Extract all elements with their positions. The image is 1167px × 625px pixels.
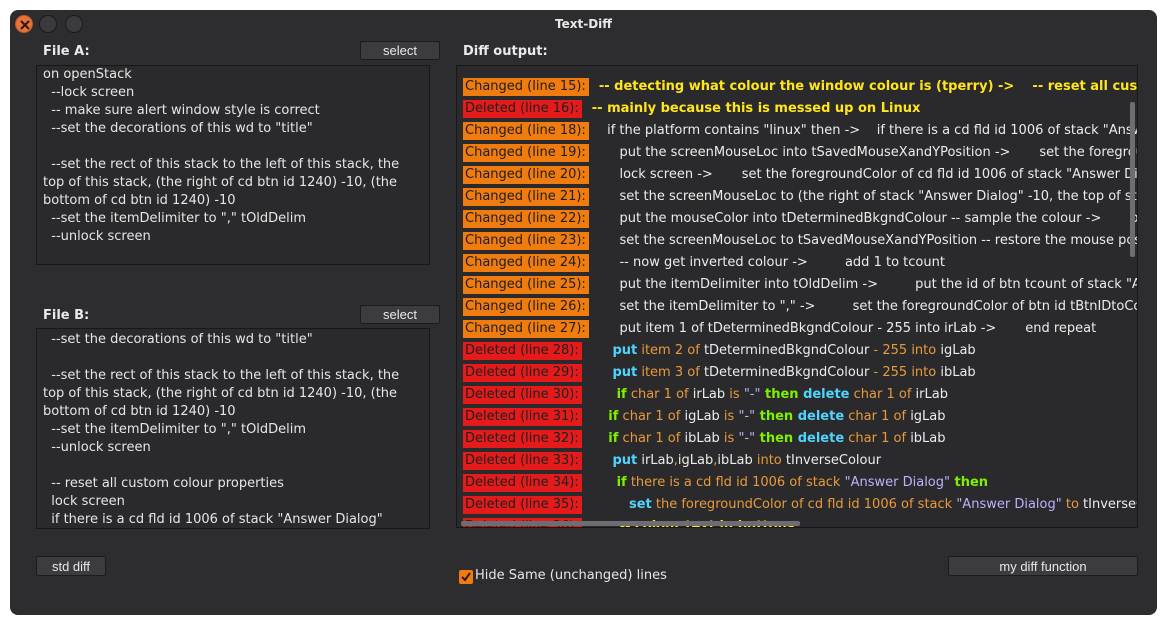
diff-row: Changed (line 22): put the mouseColor in…	[463, 209, 1138, 229]
file-b-label: File B:	[43, 308, 90, 323]
changed-badge: Changed (line 24):	[463, 254, 589, 272]
file-a-line: --set the rect of this stack to the left…	[43, 157, 404, 208]
diff-row: Deleted (line 33): put irLab,igLab,ibLab…	[463, 451, 881, 471]
deleted-badge: Deleted (line 32):	[463, 430, 582, 448]
diff-row-text: put the screenMouseLoc into tSavedMouseX…	[598, 145, 1138, 160]
diff-row-code: if char 1 of irLab is "-" then delete ch…	[616, 387, 948, 402]
diff-row-text: -- now get inverted colour -> add 1 to t…	[598, 255, 945, 270]
file-a-line: on openStack	[43, 67, 132, 82]
diff-row-code: put item 3 of tDeterminedBkgndColour - 2…	[612, 365, 976, 380]
diff-row-text: put the itemDelimiter into tOldDelim -> …	[598, 277, 1138, 292]
deleted-badge: Deleted (line 33):	[463, 452, 582, 470]
file-b-line: --set the rect of this stack to the left…	[43, 368, 404, 419]
file-a-text-field[interactable]: on openStack --lock screen -- make sure …	[36, 65, 430, 265]
deleted-badge: Deleted (line 16):	[463, 100, 582, 118]
diff-row: Deleted (line 16): -- mainly because this…	[463, 99, 920, 119]
file-b-select-button[interactable]: select	[360, 305, 440, 324]
file-b-line: -- reset all custom colour properties	[43, 476, 284, 491]
file-b-line: lock screen	[43, 494, 125, 509]
changed-badge: Changed (line 21):	[463, 188, 589, 206]
diff-row-text: put item 1 of tDeterminedBkgndColour - 2…	[598, 321, 1097, 336]
changed-badge: Changed (line 22):	[463, 210, 589, 228]
changed-badge: Changed (line 25):	[463, 276, 589, 294]
diff-row: Changed (line 25): put the itemDelimiter…	[463, 275, 1138, 295]
diff-row-text: -- detecting what colour the window colo…	[598, 79, 1138, 94]
diff-row-code: if there is a cd fld id 1006 of stack "A…	[616, 475, 989, 490]
file-b-line: --unlock screen	[43, 440, 151, 455]
diff-row: Deleted (line 30): if char 1 of irLab is…	[463, 385, 948, 405]
deleted-badge: Deleted (line 35):	[463, 496, 582, 514]
file-b-line: --set the itemDelimiter to "," tOldDelim	[43, 422, 307, 437]
diff-row: Changed (line 21): set the screenMouseLo…	[463, 187, 1138, 207]
file-a-label: File A:	[43, 44, 90, 59]
diff-row: Changed (line 19): put the screenMouseLo…	[463, 143, 1138, 163]
diff-row: Changed (line 18): if the platform conta…	[463, 121, 1138, 141]
file-a-line: -- make sure alert window style is corre…	[43, 103, 320, 118]
deleted-badge: Deleted (line 31):	[463, 408, 582, 426]
deleted-badge: Deleted (line 29):	[463, 364, 582, 382]
diff-row-text: set the itemDelimiter to "," -> set the …	[598, 299, 1138, 314]
changed-badge: Changed (line 15):	[463, 78, 589, 96]
title-bar: Text-Diff	[10, 10, 1157, 40]
diff-row-text: set the screenMouseLoc to tSavedMouseXan…	[598, 233, 1138, 248]
changed-badge: Changed (line 26):	[463, 298, 589, 316]
window-title: Text-Diff	[555, 17, 612, 31]
file-b-text-field[interactable]: --set the decorations of this wd to "tit…	[36, 328, 430, 529]
diff-row-text: -- mainly because this is messed up on L…	[591, 101, 921, 116]
diff-row-text: lock screen -> set the foregroundColor o…	[598, 167, 1138, 182]
file-b-line	[43, 349, 411, 367]
my-diff-function-button[interactable]: my diff function	[948, 556, 1138, 576]
diff-row: Deleted (line 35): set the foregroundCol…	[463, 495, 1137, 515]
file-a-line: --set the itemDelimiter to "," tOldDelim	[43, 211, 307, 226]
diff-row: Changed (line 20): lock screen -> set th…	[463, 165, 1138, 185]
diff-row: Deleted (line 29): put item 3 of tDeterm…	[463, 363, 976, 383]
changed-badge: Changed (line 19):	[463, 144, 589, 162]
deleted-badge: Deleted (line 34):	[463, 474, 582, 492]
diff-row: Changed (line 15): -- detecting what colo…	[463, 77, 1138, 97]
diff-row: Changed (line 26): set the itemDelimiter…	[463, 297, 1138, 317]
deleted-badge: Deleted (line 28):	[463, 342, 582, 360]
file-b-content: --set the decorations of this wd to "tit…	[43, 331, 411, 528]
file-a-line	[43, 138, 411, 156]
file-b-line: --set the decorations of this wd to "tit…	[43, 332, 313, 347]
file-a-content: on openStack --lock screen -- make sure …	[43, 66, 411, 246]
diff-row-code: if char 1 of ibLab is "-" then delete ch…	[608, 431, 946, 446]
hide-same-checkbox[interactable]	[459, 570, 473, 584]
diff-row-text: if the platform contains "linux" then ->…	[598, 123, 1138, 138]
file-a-line: --lock screen	[43, 85, 135, 100]
diff-row: Changed (line 27): put item 1 of tDeterm…	[463, 319, 1096, 339]
changed-badge: Changed (line 20):	[463, 166, 589, 184]
diff-vertical-scrollbar[interactable]	[1130, 102, 1135, 257]
changed-badge: Changed (line 23):	[463, 232, 589, 250]
file-b-line: if there is a cd fld id 1006 of stack "A…	[51, 512, 383, 527]
file-a-line: --set the decorations of this wd to "tit…	[43, 121, 313, 136]
changed-badge: Changed (line 18):	[463, 122, 589, 140]
diff-row: Deleted (line 31): if char 1 of igLab is…	[463, 407, 946, 427]
diff-output-label: Diff output:	[463, 44, 548, 59]
diff-row: Deleted (line 34): if there is a cd fld …	[463, 473, 988, 493]
diff-row-text: set the screenMouseLoc to (the right of …	[598, 189, 1138, 204]
diff-row-code: put irLab,igLab,ibLab into tInverseColou…	[612, 453, 882, 468]
hide-same-label: Hide Same (unchanged) lines	[475, 568, 667, 583]
diff-row: Deleted (line 28): put item 2 of tDeterm…	[463, 341, 976, 361]
diff-row: Deleted (line 32): if char 1 of ibLab is…	[463, 429, 946, 449]
diff-row: Changed (line 23): set the screenMouseLo…	[463, 231, 1138, 251]
file-a-select-button[interactable]: select	[360, 41, 440, 60]
diff-horizontal-scrollbar[interactable]	[461, 521, 800, 526]
app-window: Text-Diff File A: select on openStack --…	[10, 10, 1157, 615]
diff-row-code: set the foregroundColor of cd fld id 100…	[628, 497, 1137, 512]
checkmark-icon	[461, 572, 471, 582]
diff-row: Changed (line 24): -- now get inverted c…	[463, 253, 945, 273]
diff-row-text: put the mouseColor into tDeterminedBkgnd…	[598, 211, 1138, 226]
diff-row-code: put item 2 of tDeterminedBkgndColour - 2…	[612, 343, 976, 358]
diff-output-field[interactable]: Changed (line 15): -- detecting what colo…	[456, 65, 1138, 528]
file-a-line: --unlock screen	[43, 229, 151, 244]
diff-row-code: if char 1 of igLab is "-" then delete ch…	[608, 409, 946, 424]
std-diff-button[interactable]: std diff	[36, 556, 106, 576]
deleted-badge: Deleted (line 30):	[463, 386, 582, 404]
changed-badge: Changed (line 27):	[463, 320, 589, 338]
file-b-line	[43, 457, 411, 475]
